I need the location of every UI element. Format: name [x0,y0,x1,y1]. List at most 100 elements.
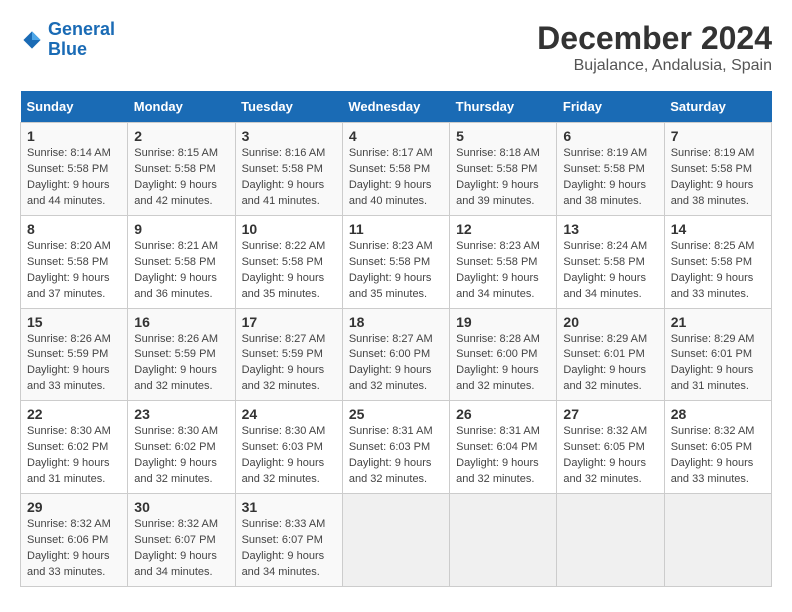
day-info: Sunrise: 8:15 AMSunset: 5:58 PMDaylight:… [134,146,228,210]
calendar-cell [664,494,771,587]
day-info: Sunrise: 8:29 AMSunset: 6:01 PMDaylight:… [671,332,765,396]
day-number: 1 [27,128,121,144]
day-info: Sunrise: 8:28 AMSunset: 6:00 PMDaylight:… [456,332,550,396]
calendar-cell: 31 Sunrise: 8:33 AMSunset: 6:07 PMDaylig… [235,494,342,587]
day-number: 14 [671,221,765,237]
day-number: 10 [242,221,336,237]
day-number: 3 [242,128,336,144]
day-info: Sunrise: 8:14 AMSunset: 5:58 PMDaylight:… [27,146,121,210]
calendar-header-wednesday: Wednesday [342,91,449,123]
calendar-cell: 17 Sunrise: 8:27 AMSunset: 5:59 PMDaylig… [235,308,342,401]
day-info: Sunrise: 8:24 AMSunset: 5:58 PMDaylight:… [563,239,657,303]
calendar-cell: 28 Sunrise: 8:32 AMSunset: 6:05 PMDaylig… [664,401,771,494]
calendar-cell: 29 Sunrise: 8:32 AMSunset: 6:06 PMDaylig… [21,494,128,587]
day-number: 17 [242,314,336,330]
day-number: 8 [27,221,121,237]
day-info: Sunrise: 8:30 AMSunset: 6:02 PMDaylight:… [27,424,121,488]
day-info: Sunrise: 8:27 AMSunset: 5:59 PMDaylight:… [242,332,336,396]
day-number: 20 [563,314,657,330]
calendar-cell: 30 Sunrise: 8:32 AMSunset: 6:07 PMDaylig… [128,494,235,587]
page-header: General Blue December 2024 Bujalance, An… [20,20,772,75]
calendar-cell: 10 Sunrise: 8:22 AMSunset: 5:58 PMDaylig… [235,215,342,308]
day-info: Sunrise: 8:23 AMSunset: 5:58 PMDaylight:… [349,239,443,303]
day-info: Sunrise: 8:16 AMSunset: 5:58 PMDaylight:… [242,146,336,210]
day-info: Sunrise: 8:17 AMSunset: 5:58 PMDaylight:… [349,146,443,210]
calendar-cell: 7 Sunrise: 8:19 AMSunset: 5:58 PMDayligh… [664,123,771,216]
calendar-cell: 1 Sunrise: 8:14 AMSunset: 5:58 PMDayligh… [21,123,128,216]
calendar-header-thursday: Thursday [450,91,557,123]
calendar-cell: 9 Sunrise: 8:21 AMSunset: 5:58 PMDayligh… [128,215,235,308]
day-number: 24 [242,406,336,422]
calendar-week-row: 15 Sunrise: 8:26 AMSunset: 5:59 PMDaylig… [21,308,772,401]
day-info: Sunrise: 8:30 AMSunset: 6:03 PMDaylight:… [242,424,336,488]
day-number: 12 [456,221,550,237]
calendar-cell: 5 Sunrise: 8:18 AMSunset: 5:58 PMDayligh… [450,123,557,216]
calendar-cell: 16 Sunrise: 8:26 AMSunset: 5:59 PMDaylig… [128,308,235,401]
day-info: Sunrise: 8:33 AMSunset: 6:07 PMDaylight:… [242,517,336,581]
calendar-header-sunday: Sunday [21,91,128,123]
calendar-header-monday: Monday [128,91,235,123]
calendar-week-row: 29 Sunrise: 8:32 AMSunset: 6:06 PMDaylig… [21,494,772,587]
day-info: Sunrise: 8:32 AMSunset: 6:07 PMDaylight:… [134,517,228,581]
calendar-cell: 23 Sunrise: 8:30 AMSunset: 6:02 PMDaylig… [128,401,235,494]
calendar-cell: 25 Sunrise: 8:31 AMSunset: 6:03 PMDaylig… [342,401,449,494]
calendar-cell: 21 Sunrise: 8:29 AMSunset: 6:01 PMDaylig… [664,308,771,401]
calendar-cell: 22 Sunrise: 8:30 AMSunset: 6:02 PMDaylig… [21,401,128,494]
calendar-cell [342,494,449,587]
calendar-header-row: SundayMondayTuesdayWednesdayThursdayFrid… [21,91,772,123]
logo-text: General Blue [48,20,115,60]
calendar-cell: 24 Sunrise: 8:30 AMSunset: 6:03 PMDaylig… [235,401,342,494]
calendar-cell: 6 Sunrise: 8:19 AMSunset: 5:58 PMDayligh… [557,123,664,216]
day-info: Sunrise: 8:32 AMSunset: 6:05 PMDaylight:… [671,424,765,488]
day-number: 22 [27,406,121,422]
day-info: Sunrise: 8:30 AMSunset: 6:02 PMDaylight:… [134,424,228,488]
day-info: Sunrise: 8:19 AMSunset: 5:58 PMDaylight:… [671,146,765,210]
calendar-cell: 20 Sunrise: 8:29 AMSunset: 6:01 PMDaylig… [557,308,664,401]
day-number: 23 [134,406,228,422]
calendar-header-saturday: Saturday [664,91,771,123]
day-number: 29 [27,499,121,515]
day-info: Sunrise: 8:25 AMSunset: 5:58 PMDaylight:… [671,239,765,303]
calendar-cell [450,494,557,587]
day-number: 31 [242,499,336,515]
day-number: 15 [27,314,121,330]
day-info: Sunrise: 8:23 AMSunset: 5:58 PMDaylight:… [456,239,550,303]
day-number: 25 [349,406,443,422]
day-number: 16 [134,314,228,330]
day-info: Sunrise: 8:31 AMSunset: 6:04 PMDaylight:… [456,424,550,488]
day-info: Sunrise: 8:29 AMSunset: 6:01 PMDaylight:… [563,332,657,396]
day-number: 13 [563,221,657,237]
calendar-cell: 18 Sunrise: 8:27 AMSunset: 6:00 PMDaylig… [342,308,449,401]
day-info: Sunrise: 8:32 AMSunset: 6:05 PMDaylight:… [563,424,657,488]
day-number: 21 [671,314,765,330]
day-info: Sunrise: 8:26 AMSunset: 5:59 PMDaylight:… [134,332,228,396]
calendar-cell: 8 Sunrise: 8:20 AMSunset: 5:58 PMDayligh… [21,215,128,308]
day-number: 2 [134,128,228,144]
logo: General Blue [20,20,115,60]
day-info: Sunrise: 8:20 AMSunset: 5:58 PMDaylight:… [27,239,121,303]
calendar-cell: 12 Sunrise: 8:23 AMSunset: 5:58 PMDaylig… [450,215,557,308]
day-number: 27 [563,406,657,422]
day-info: Sunrise: 8:21 AMSunset: 5:58 PMDaylight:… [134,239,228,303]
calendar-cell: 3 Sunrise: 8:16 AMSunset: 5:58 PMDayligh… [235,123,342,216]
logo-icon [20,28,44,52]
day-number: 5 [456,128,550,144]
page-title: December 2024 [537,20,772,57]
calendar-table: SundayMondayTuesdayWednesdayThursdayFrid… [20,91,772,587]
day-number: 28 [671,406,765,422]
calendar-cell: 13 Sunrise: 8:24 AMSunset: 5:58 PMDaylig… [557,215,664,308]
calendar-header-friday: Friday [557,91,664,123]
day-info: Sunrise: 8:31 AMSunset: 6:03 PMDaylight:… [349,424,443,488]
day-info: Sunrise: 8:26 AMSunset: 5:59 PMDaylight:… [27,332,121,396]
day-number: 4 [349,128,443,144]
day-number: 30 [134,499,228,515]
calendar-cell: 15 Sunrise: 8:26 AMSunset: 5:59 PMDaylig… [21,308,128,401]
day-number: 9 [134,221,228,237]
day-number: 19 [456,314,550,330]
day-number: 18 [349,314,443,330]
calendar-cell: 14 Sunrise: 8:25 AMSunset: 5:58 PMDaylig… [664,215,771,308]
calendar-cell: 19 Sunrise: 8:28 AMSunset: 6:00 PMDaylig… [450,308,557,401]
title-block: December 2024 Bujalance, Andalusia, Spai… [537,20,772,75]
calendar-cell: 11 Sunrise: 8:23 AMSunset: 5:58 PMDaylig… [342,215,449,308]
day-info: Sunrise: 8:27 AMSunset: 6:00 PMDaylight:… [349,332,443,396]
